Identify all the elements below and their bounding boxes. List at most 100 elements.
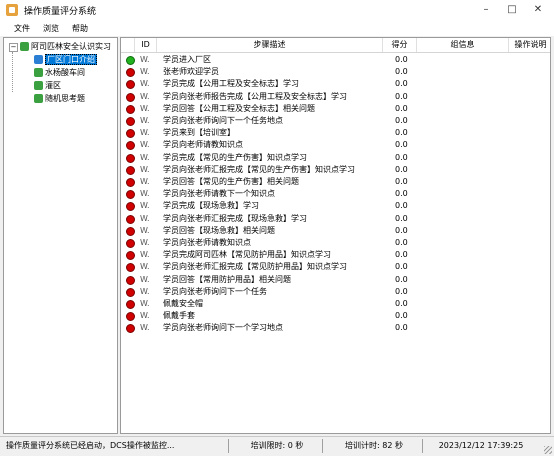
table-row[interactable]: W. 学员完成【现场急救】学习 0.0: [121, 200, 550, 212]
row-id: W.: [140, 91, 150, 101]
menu-browse[interactable]: 浏览: [43, 23, 59, 34]
tree-item-workshop[interactable]: 水杨酸车间: [34, 67, 85, 79]
tree-root[interactable]: 阿司匹林安全认识实习: [20, 41, 111, 53]
row-score: 0.0: [395, 225, 408, 235]
row-desc: 学员向张老师报告完成【公用工程及安全标志】学习: [163, 91, 347, 101]
row-score: 0.0: [395, 116, 408, 125]
row-score: 0.0: [395, 213, 408, 223]
table-row[interactable]: W. 佩戴手套 0.0: [121, 310, 550, 322]
row-desc: 学员向张老师汇报完成【常见防护用品】知识点学习: [163, 262, 347, 272]
status-red-icon: [126, 239, 135, 248]
table-row[interactable]: W. 学员向张老师请教知识点 0.0: [121, 237, 550, 249]
row-score: 0.0: [395, 67, 408, 77]
row-desc: 学员进入厂区: [163, 55, 211, 64]
tree-expand-icon[interactable]: −: [9, 43, 18, 52]
row-id: W.: [140, 67, 150, 77]
node-icon: [34, 94, 43, 103]
table-row[interactable]: W. 学员向张老师汇报完成【常见防护用品】知识点学习 0.0: [121, 261, 550, 273]
status-red-icon: [126, 300, 135, 309]
menu-file[interactable]: 文件: [14, 23, 30, 34]
status-red-icon: [126, 92, 135, 102]
table-row[interactable]: W. 佩戴安全帽 0.0: [121, 298, 550, 310]
status-red-icon: [126, 117, 135, 126]
resize-grip[interactable]: [544, 446, 552, 454]
tree-item-questions[interactable]: 随机思考题: [34, 93, 85, 105]
row-id: W.: [140, 128, 150, 138]
table-row[interactable]: W. 学员完成阿司匹林【常见防护用品】知识点学习 0.0: [121, 249, 550, 261]
status-bar: 操作质量评分系统已经启动，DCS操作被监控... 培训限时: 0 秒 培训计时:…: [0, 436, 554, 456]
row-score: 0.0: [395, 299, 408, 308]
app-icon: [6, 4, 18, 16]
maximize-button[interactable]: □: [500, 0, 524, 20]
status-red-icon: [126, 251, 135, 261]
table-row[interactable]: W. 学员完成【常见的生产伤害】知识点学习 0.0: [121, 152, 550, 164]
header-id[interactable]: ID: [135, 38, 157, 52]
title-bar: 操作质量评分系统 – □ ✕: [0, 0, 554, 20]
status-red-icon: [126, 275, 135, 285]
row-score: 0.0: [395, 91, 408, 101]
node-icon: [34, 81, 43, 90]
table-row[interactable]: W. 学员来到【培训室】 0.0: [121, 127, 550, 139]
row-desc: 学员向张老师请教下一个知识点: [163, 189, 275, 199]
tree-item-label: 灌区: [45, 81, 61, 90]
row-score: 0.0: [395, 140, 408, 150]
table-row[interactable]: W. 张老师欢迎学员 0.0: [121, 66, 550, 78]
table-row[interactable]: W. 学员向张老师汇报完成【现场急救】学习 0.0: [121, 213, 550, 225]
status-red-icon: [126, 153, 135, 163]
table-row[interactable]: W. 学员向张老师报告完成【公用工程及安全标志】学习 0.0: [121, 91, 550, 103]
menu-bar: 文件 浏览 帮助: [0, 20, 554, 36]
row-score: 0.0: [395, 250, 408, 260]
tree-view[interactable]: − 阿司匹林安全认识实习 厂区门口介绍 水杨酸车间 灌区 随机思考题: [3, 37, 118, 434]
status-red-icon: [126, 165, 135, 175]
row-score: 0.0: [395, 262, 408, 272]
tree-item-gate[interactable]: 厂区门口介绍: [34, 54, 97, 66]
header-status[interactable]: [121, 38, 135, 52]
header-score[interactable]: 得分: [383, 38, 417, 52]
table-row[interactable]: W. 学员向张老师请教下一个知识点 0.0: [121, 188, 550, 200]
close-button[interactable]: ✕: [526, 0, 550, 20]
row-id: W.: [140, 286, 150, 296]
header-note[interactable]: 操作说明: [509, 38, 550, 52]
row-score: 0.0: [395, 323, 408, 333]
table-row[interactable]: W. 学员向张老师询问下一个任务地点 0.0: [121, 115, 550, 127]
tree-item-tank[interactable]: 灌区: [34, 80, 61, 92]
row-id: W.: [140, 213, 150, 223]
minimize-button[interactable]: –: [474, 0, 498, 20]
row-id: W.: [140, 152, 150, 162]
row-score: 0.0: [395, 55, 408, 64]
row-id: W.: [140, 201, 150, 211]
table-row[interactable]: W. 学员完成【公用工程及安全标志】学习 0.0: [121, 78, 550, 90]
row-score: 0.0: [395, 128, 408, 138]
steps-table[interactable]: ID 步骤描述 得分 组信息 操作说明 W. 学员进入厂区 0.0 W. 张老师欢迎学员…: [120, 37, 551, 434]
row-score: 0.0: [395, 189, 408, 199]
row-desc: 学员来到【培训室】: [163, 128, 235, 138]
row-score: 0.0: [395, 311, 408, 321]
table-row[interactable]: W. 学员进入厂区 0.0: [121, 54, 550, 66]
row-desc: 佩戴手套: [163, 311, 195, 321]
row-id: W.: [140, 116, 150, 125]
table-row[interactable]: W. 学员回答【现场急救】相关问题 0.0: [121, 225, 550, 237]
status-red-icon: [126, 68, 135, 78]
node-icon: [34, 55, 43, 64]
row-score: 0.0: [395, 103, 408, 113]
table-row[interactable]: W. 学员回答【公用工程及安全标志】相关问题 0.0: [121, 103, 550, 115]
table-row[interactable]: W. 学员向张老师询问下一个学习地点 0.0: [121, 322, 550, 334]
row-id: W.: [140, 238, 150, 247]
table-row[interactable]: W. 学员回答【常见的生产伤害】相关问题 0.0: [121, 176, 550, 188]
row-id: W.: [140, 225, 150, 235]
table-row[interactable]: W. 学员向老师请教知识点 0.0: [121, 139, 550, 151]
table-row[interactable]: W. 学员回答【常用防护用品】相关问题 0.0: [121, 274, 550, 286]
header-desc[interactable]: 步骤描述: [157, 38, 383, 52]
window-title: 操作质量评分系统: [24, 7, 97, 17]
status-red-icon: [126, 129, 135, 139]
row-desc: 学员回答【现场急救】相关问题: [163, 225, 275, 235]
table-row[interactable]: W. 学员向张老师汇报完成【常见的生产伤害】知识点学习 0.0: [121, 164, 550, 176]
table-row[interactable]: W. 学员向张老师询问下一个任务 0.0: [121, 286, 550, 298]
row-desc: 张老师欢迎学员: [163, 67, 219, 77]
tree-item-label: 水杨酸车间: [45, 68, 85, 77]
menu-help[interactable]: 帮助: [72, 23, 88, 34]
tree-item-label: 随机思考题: [45, 94, 85, 103]
header-group[interactable]: 组信息: [417, 38, 509, 52]
row-desc: 学员回答【常见的生产伤害】相关问题: [163, 177, 299, 186]
row-score: 0.0: [395, 201, 408, 211]
